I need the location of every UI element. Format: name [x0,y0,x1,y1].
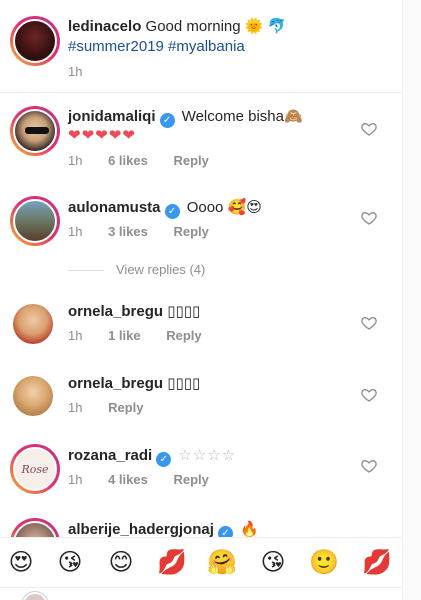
comment-meta: 1h Reply [68,400,166,415]
avatar[interactable] [10,16,60,66]
comment-username[interactable]: jonidamaliqi [68,108,156,125]
comment-username[interactable]: ornela_bregu [68,375,163,392]
comment-likes[interactable]: 1 like [108,328,141,343]
like-heart-icon[interactable] [361,458,377,474]
like-heart-icon[interactable] [361,210,377,226]
comment-time: 1h [68,400,83,415]
comment-input-bar[interactable] [0,587,402,600]
comment-time: 1h [68,328,83,343]
avatar[interactable] [13,376,53,416]
view-replies-link[interactable]: View replies (4) [68,262,205,277]
reply-button[interactable]: Reply [166,328,201,343]
verified-badge-icon: ✓ [159,113,175,128]
comment-meta: 1h 1 like Reply [68,328,224,343]
comment-username[interactable]: aulonamusta [68,199,161,216]
rose-logo: Rose [21,462,49,476]
comment-likes[interactable]: 3 likes [108,224,148,239]
comment-line: aulonamusta ✓ Oooo 🥰😍 [68,198,262,219]
caption-username[interactable]: ledinacelo [68,18,141,35]
comment-row: ornela_bregu ▯▯▯▯ 1h Reply [0,370,402,426]
post-caption: ledinacelo Good morning 🌞 🐬 #summer2019 … [0,0,402,93]
comment-row: alberije_hadergjonaj ✓ 🔥 [0,512,402,537]
background-edge [402,0,421,600]
comment-time: 1h [68,472,83,487]
comment-username[interactable]: ornela_bregu [68,303,163,320]
caption-time: 1h [68,64,83,79]
comment-username[interactable]: alberije_hadergjonaj [68,521,214,537]
avatar[interactable] [10,518,60,537]
verified-badge-icon: ✓ [156,452,172,467]
verified-badge-icon: ✓ [217,526,233,537]
comment-line: rozana_radi ✓ ☆☆☆☆ [68,446,236,467]
emoji-smile-button[interactable]: 🙂 [309,548,339,578]
comment-text: ☆☆☆☆ [178,447,237,464]
comment-likes[interactable]: 4 likes [108,472,148,487]
sunglasses-icon [25,127,49,134]
avatar[interactable]: Rose [10,444,60,494]
emoji-lips-button[interactable]: 💋 [157,548,187,578]
like-heart-icon[interactable] [361,315,377,331]
comment-meta: 1h 4 likes Reply [68,472,231,487]
avatar[interactable] [13,304,53,344]
reply-button[interactable]: Reply [173,153,208,168]
comment-line: ornela_bregu ▯▯▯▯ [68,374,200,394]
comment-time: 1h [68,153,83,168]
comment-username[interactable]: rozana_radi [68,447,152,464]
caption-line: ledinacelo Good morning 🌞 🐬 [68,17,286,37]
comment-text: 🔥 [240,521,259,537]
caption-meta: 1h [68,64,104,79]
comment-line: ornela_bregu ▯▯▯▯ [68,302,200,322]
avatar[interactable] [10,196,60,246]
view-replies-label: View replies (4) [116,262,206,277]
comment-text: Welcome bisha🙈 [181,108,303,125]
emoji-wink-kiss-button[interactable]: 😘 [258,548,288,578]
comment-meta: 1h 3 likes Reply [68,224,231,239]
comment-row: ornela_bregu ▯▯▯▯ 1h 1 like Reply [0,298,402,354]
reply-button[interactable]: Reply [108,400,143,415]
emoji-reaction-bar: 😍 😘 😊 💋 🤗 😘 🙂 💋 [0,537,402,587]
like-heart-icon[interactable] [361,121,377,137]
emoji-kiss-button[interactable]: 😘 [55,548,85,578]
comment-meta: 1h 6 likes Reply [68,153,231,168]
comment-text: ▯▯▯▯ [167,375,201,392]
comment-row: Rose rozana_radi ✓ ☆☆☆☆ 1h 4 likes Reply [0,438,402,498]
reply-button[interactable]: Reply [173,472,208,487]
avatar[interactable] [10,106,60,156]
emoji-heart-eyes-button[interactable]: 😍 [6,548,36,578]
caption-hashtags[interactable]: #summer2019 #myalbania [68,37,245,57]
comment-text: Oooo 🥰😍 [186,199,262,216]
comment-row: jonidamaliqi ✓ Welcome bisha🙈 ❤❤❤❤❤ 1h 6 … [0,100,402,180]
reply-button[interactable]: Reply [173,224,208,239]
comment-line: alberije_hadergjonaj ✓ 🔥 [68,520,259,537]
comment-time: 1h [68,224,83,239]
like-heart-icon[interactable] [361,387,377,403]
replies-divider [68,270,104,272]
emoji-hug-button[interactable]: 🤗 [207,548,237,578]
caption-text: Good morning 🌞 🐬 [145,18,287,35]
verified-badge-icon: ✓ [164,204,180,219]
emoji-blush-button[interactable]: 😊 [106,548,136,578]
comment-text: ▯▯▯▯ [167,303,201,320]
comment-likes[interactable]: 6 likes [108,153,148,168]
emoji-lips-button-2[interactable]: 💋 [362,548,392,578]
comment-row: aulonamusta ✓ Oooo 🥰😍 1h 3 likes Reply [0,190,402,250]
comments-screen: ledinacelo Good morning 🌞 🐬 #summer2019 … [0,0,421,600]
comment-text-hearts: ❤❤❤❤❤ [68,127,136,144]
comment-line: jonidamaliqi ✓ Welcome bisha🙈 [68,107,303,128]
